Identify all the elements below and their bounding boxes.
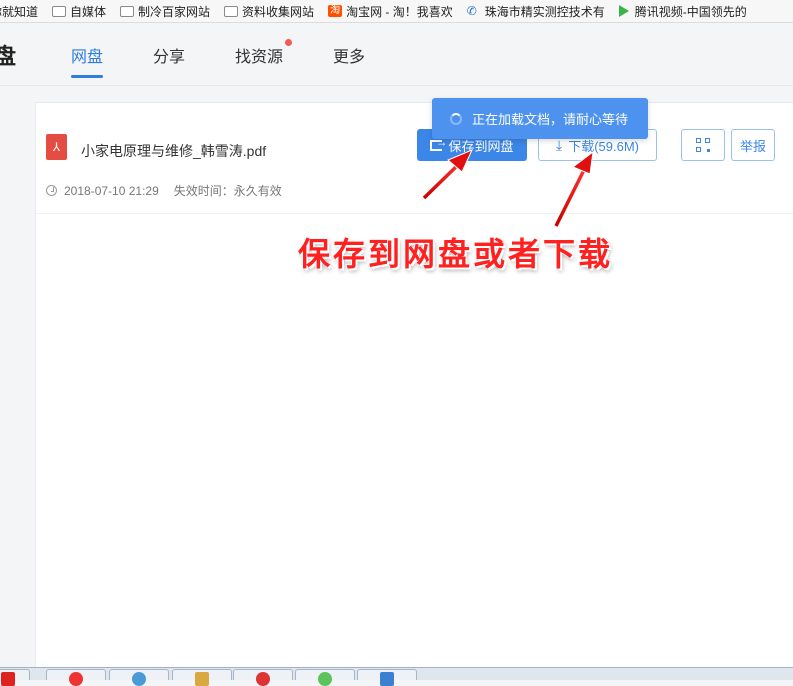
annotation-caption: 保存到网盘或者下载 [298,235,614,273]
app-icon [195,672,209,686]
taskbar-button[interactable] [233,669,293,686]
app-icon [380,672,394,686]
taskbar [0,667,793,686]
app-icon [256,672,270,686]
taskbar-button[interactable] [0,669,30,686]
arrow-to-save [421,149,473,201]
app-icon [1,672,15,686]
taskbar-button[interactable] [172,669,232,686]
taskbar-button[interactable] [109,669,169,686]
arrow-to-download [553,150,594,228]
taskbar-button[interactable] [295,669,355,686]
annotation-arrows [421,149,594,228]
taskbar-button[interactable] [46,669,106,686]
app-icon [132,672,146,686]
app-icon [318,672,332,686]
taskbar-button[interactable] [357,669,417,686]
app-icon [69,672,83,686]
